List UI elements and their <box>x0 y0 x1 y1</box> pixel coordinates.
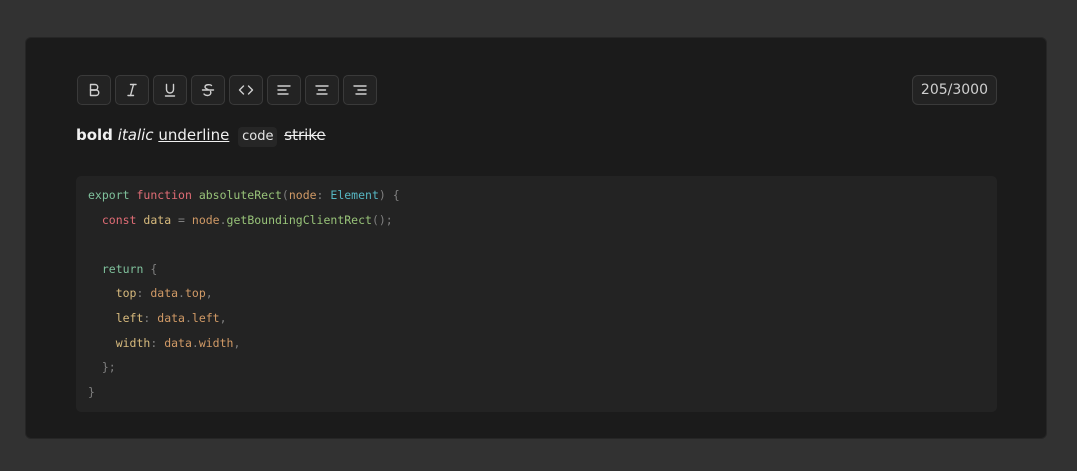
code-token: width <box>115 335 151 350</box>
character-counter: 205/3000 <box>911 75 997 105</box>
rich-text-content[interactable]: bold italic underline code strike <box>76 124 326 147</box>
code-line: left: data.left, <box>88 306 985 331</box>
code-token: top <box>115 286 137 301</box>
code-token: : <box>143 310 158 325</box>
code-token: return <box>101 261 144 276</box>
code-token: node <box>191 212 220 227</box>
code-token: absoluteRect <box>198 188 282 202</box>
code-token: : <box>316 188 331 202</box>
code-block[interactable]: export function absoluteRect(node: Eleme… <box>76 176 997 412</box>
code-token: left <box>191 310 220 325</box>
code-token: getBoundingClientRect <box>226 212 372 227</box>
code-line: return { <box>88 257 985 282</box>
code-token: : <box>136 286 151 301</box>
code-token: { <box>143 261 158 276</box>
code-token: data <box>150 286 179 301</box>
code-token: export <box>88 188 130 202</box>
code-token: const <box>101 212 137 227</box>
code-token: , <box>205 286 213 301</box>
code-line: export function absoluteRect(node: Eleme… <box>88 183 985 208</box>
code-line: } <box>88 380 985 405</box>
strikethrough-button[interactable] <box>191 75 225 105</box>
code-token: . <box>184 310 192 325</box>
strikethrough-icon <box>201 84 215 97</box>
code-token: data <box>157 310 185 325</box>
italic-icon <box>127 83 137 97</box>
code-token: data <box>143 212 172 227</box>
underline-text: underline <box>158 126 230 144</box>
code-token: }; <box>101 360 116 375</box>
code-token: top <box>184 286 206 301</box>
editor-card: 205/3000 bold italic underline code stri… <box>25 37 1047 439</box>
formatting-toolbar <box>77 75 377 105</box>
align-right-button[interactable] <box>343 75 377 105</box>
bold-text: bold <box>76 126 113 144</box>
align-left-button[interactable] <box>267 75 301 105</box>
code-token: width <box>198 335 234 350</box>
code-token: left <box>115 310 144 325</box>
code-token: , <box>219 310 227 325</box>
align-left-icon <box>277 85 291 95</box>
underline-icon <box>164 83 176 97</box>
code-token: function <box>136 188 192 202</box>
bold-icon <box>89 83 100 97</box>
bold-button[interactable] <box>77 75 111 105</box>
inline-code-text: code <box>238 127 278 147</box>
code-token: : <box>150 335 165 350</box>
align-center-button[interactable] <box>305 75 339 105</box>
italic-text: italic <box>117 126 154 144</box>
code-button[interactable] <box>229 75 263 105</box>
code-line: const data = node.getBoundingClientRect(… <box>88 208 985 233</box>
code-token: (); <box>371 212 393 227</box>
code-token: = <box>171 212 192 227</box>
italic-button[interactable] <box>115 75 149 105</box>
code-token: data <box>164 335 192 350</box>
code-token: node <box>288 188 317 202</box>
code-line: }; <box>88 355 985 380</box>
code-line: width: data.width, <box>88 331 985 356</box>
align-right-icon <box>353 85 367 95</box>
code-token: Element <box>330 188 379 202</box>
align-center-icon <box>315 85 329 95</box>
code-line: top: data.top, <box>88 281 985 306</box>
strike-text: strike <box>284 126 326 144</box>
code-token: . <box>178 286 185 301</box>
underline-button[interactable] <box>153 75 187 105</box>
code-token: , <box>233 335 241 350</box>
code-token: ( <box>281 188 289 202</box>
code-token: . <box>191 335 199 350</box>
code-icon <box>238 85 254 95</box>
code-token: ) { <box>378 188 400 202</box>
code-token: } <box>88 384 95 399</box>
code-token: . <box>219 212 227 227</box>
